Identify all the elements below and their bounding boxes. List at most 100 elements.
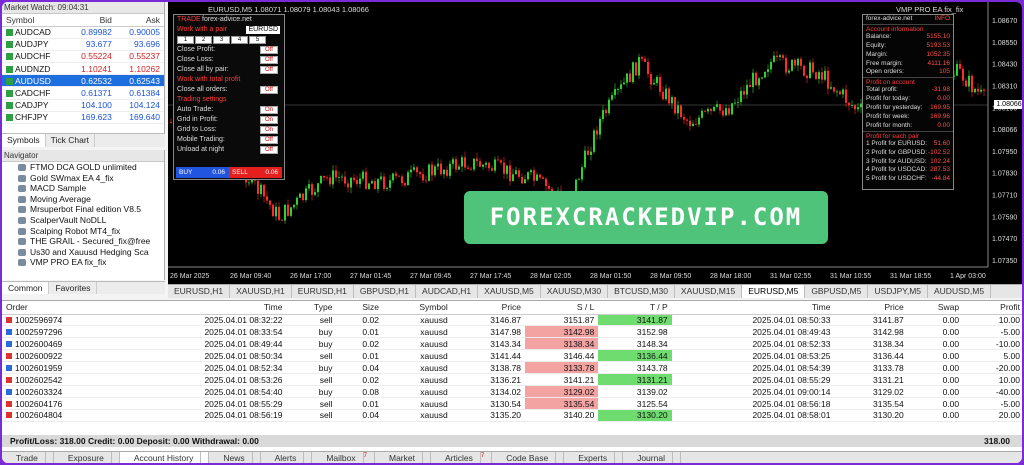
navigator-item[interactable]: Moving Average <box>2 194 164 205</box>
terminal-tab[interactable]: Experts <box>564 452 624 463</box>
price-chart[interactable]: 1.086701.085501.084301.083101.081901.080… <box>168 2 1022 284</box>
chart-tab[interactable]: AUDCAD,H1 <box>416 285 479 298</box>
candle-body <box>716 104 718 107</box>
market-watch-row[interactable]: AUDNZD 1.10241 1.10262 <box>2 62 164 76</box>
candle-body <box>836 91 838 93</box>
history-col-header[interactable]: Profit <box>963 301 1022 315</box>
navigator-item[interactable]: THE GRAIL - Secured_fix@free <box>2 236 164 247</box>
setting-toggle[interactable]: Off <box>260 146 278 154</box>
chart-tab[interactable]: USDJPY,M5 <box>868 285 928 298</box>
tab-common[interactable]: Common <box>2 282 50 294</box>
mw-col-bid[interactable]: Bid <box>67 14 116 27</box>
terminal-tab[interactable]: Trade <box>2 452 54 463</box>
pair-number-button[interactable]: 2 <box>195 36 212 44</box>
history-col-header[interactable]: Size <box>336 301 383 315</box>
pair-number-button[interactable]: 1 <box>177 36 194 44</box>
chart-tab[interactable]: GBPUSD,H1 <box>354 285 417 298</box>
terminal-tab[interactable]: Exposure <box>54 452 120 463</box>
chart-tab[interactable]: GBPUSD,M5 <box>805 285 869 298</box>
terminal-tab-label: Journal <box>630 452 673 463</box>
navigator-item[interactable]: FTMO DCA GOLD unlimited <box>2 162 164 173</box>
pair-number-button[interactable]: 5 <box>249 36 266 44</box>
market-watch-row[interactable]: CADCHF 0.61371 0.61384 <box>2 86 164 100</box>
setting-toggle[interactable]: On <box>260 106 278 114</box>
navigator-item[interactable]: MACD Sample <box>2 183 164 194</box>
history-col-header[interactable]: Time <box>123 301 287 315</box>
buy-button[interactable]: BUY 0.06 <box>176 167 229 178</box>
pair-field[interactable]: EURUSD <box>246 26 280 34</box>
terminal-tab[interactable]: Market <box>375 452 431 463</box>
sell-button[interactable]: SELL 0.06 <box>229 167 282 178</box>
navigator-item[interactable]: Mrsuperbot Final edition V8.5 <box>2 204 164 215</box>
market-watch-row[interactable]: AUDCAD 0.89982 0.90005 <box>2 26 164 39</box>
history-row[interactable]: 1002601959 2025.04.01 08:52:34 buy 0.04 xauu… <box>2 361 1022 375</box>
navigator-item[interactable]: ScalperVault NoDLL <box>2 215 164 226</box>
setting-toggle[interactable]: Off <box>260 136 278 144</box>
market-watch-row[interactable]: AUDCHF 0.55224 0.55237 <box>2 50 164 64</box>
history-row[interactable]: 1002596974 2025.04.01 08:32:22 sell 0.02 xau… <box>2 314 1022 327</box>
history-col-header[interactable]: Type <box>286 301 337 315</box>
terminal-tab[interactable]: Journal <box>623 452 681 463</box>
history-col-header[interactable]: Swap <box>907 301 964 315</box>
history-row[interactable]: 1002600922 2025.04.01 08:50:34 sell 0.01 xau… <box>2 349 1022 363</box>
history-col-header[interactable]: Price <box>451 301 526 315</box>
candle-body <box>416 167 418 173</box>
history-type-cell: sell <box>286 409 337 422</box>
account-label: Free margin: <box>866 59 903 67</box>
chart-tab[interactable]: EURUSD,H1 <box>292 285 354 298</box>
terminal-tab[interactable]: Articles 7 <box>431 452 493 463</box>
terminal-tab[interactable]: News <box>209 452 261 463</box>
terminal-tab[interactable]: Code Base <box>492 452 565 463</box>
tab-symbols[interactable]: Symbols <box>2 134 46 147</box>
market-watch-row[interactable]: AUDUSD 0.62532 0.62543 <box>2 74 164 88</box>
history-col-header[interactable]: S / L <box>525 301 599 315</box>
history-row[interactable]: 1002597296 2025.04.01 08:33:54 buy 0.01 xauu… <box>2 325 1022 339</box>
sell-label: SELL <box>232 169 248 176</box>
chart-tab[interactable]: XAUUSD,M30 <box>541 285 609 298</box>
history-col-header[interactable]: Price <box>834 301 908 315</box>
history-t1-cell: 2025.04.01 08:53:26 <box>123 373 287 387</box>
terminal-tab[interactable]: Account History <box>119 452 210 463</box>
history-row[interactable]: 1002604804 2025.04.01 08:56:19 sell 0.04 xau… <box>2 409 1022 422</box>
history-col-header[interactable]: Order <box>2 301 124 315</box>
navigator-item[interactable]: VMP PRO EA fix_fix <box>2 257 164 268</box>
terminal-tab[interactable]: Mailbox 7 <box>312 452 375 463</box>
chart-tab[interactable]: BTCUSD,M30 <box>608 285 675 298</box>
history-col-header[interactable]: Time <box>671 301 835 315</box>
history-row[interactable]: 1002600469 2025.04.01 08:49:44 buy 0.02 xauu… <box>2 337 1022 351</box>
navigator-item[interactable]: Gold SWmax EA 4_fix <box>2 173 164 184</box>
market-watch-row[interactable]: CADJPY 104.100 104.124 <box>2 99 164 112</box>
history-row[interactable]: 1002603324 2025.04.01 08:54:40 buy 0.08 xauu… <box>2 385 1022 399</box>
ask-cell: 169.640 <box>115 111 164 125</box>
market-watch-row[interactable]: AUDJPY 93.677 93.696 <box>2 38 164 51</box>
close-all-toggle[interactable]: Off <box>260 86 278 94</box>
chart-tab[interactable]: XAUUSD,H1 <box>230 285 292 298</box>
navigator-item[interactable]: Us30 and Xauusd Hedging Sca <box>2 247 164 258</box>
history-col-header[interactable]: T / P <box>598 301 672 315</box>
history-row[interactable]: 1002602542 2025.04.01 08:53:26 sell 0.02 xau… <box>2 373 1022 387</box>
candle-body <box>296 197 298 205</box>
chart-tab[interactable]: AUDUSD,M5 <box>928 285 992 298</box>
chart-tab[interactable]: XAUUSD,M5 <box>478 285 541 298</box>
mw-col-ask[interactable]: Ask <box>115 14 164 27</box>
chart-tab[interactable]: EURUSD,M5 <box>742 285 806 298</box>
tab-favorites[interactable]: Favorites <box>49 282 98 294</box>
history-col-header[interactable]: Symbol <box>382 301 452 315</box>
pair-number-button[interactable]: 4 <box>231 36 248 44</box>
candle-body <box>431 164 433 176</box>
navigator-item[interactable]: Scalping Robot MT4_fix <box>2 226 164 237</box>
setting-toggle[interactable]: On <box>260 126 278 134</box>
chart-tab[interactable]: EURUSD,H1 <box>168 285 231 298</box>
history-row[interactable]: 1002604176 2025.04.01 08:55:29 sell 0.01 xau… <box>2 397 1022 410</box>
setting-toggle[interactable]: On <box>260 116 278 124</box>
close-option-toggle[interactable]: Off <box>260 46 278 54</box>
mw-col-symbol[interactable]: Symbol <box>2 14 68 27</box>
terminal-tab[interactable]: Alerts <box>261 452 313 463</box>
tab-tick-chart[interactable]: Tick Chart <box>46 134 96 147</box>
market-watch-row[interactable]: CHFJPY 169.623 169.640 <box>2 111 164 125</box>
close-option-toggle[interactable]: Off <box>260 66 278 74</box>
chart-tab[interactable]: XAUUSD,M15 <box>675 285 743 298</box>
pair-number-button[interactable]: 3 <box>213 36 230 44</box>
account-info-rows: Balance: 5155.10 Equity: 5193.53 Margin: 1052… <box>863 33 953 77</box>
close-option-toggle[interactable]: Off <box>260 56 278 64</box>
